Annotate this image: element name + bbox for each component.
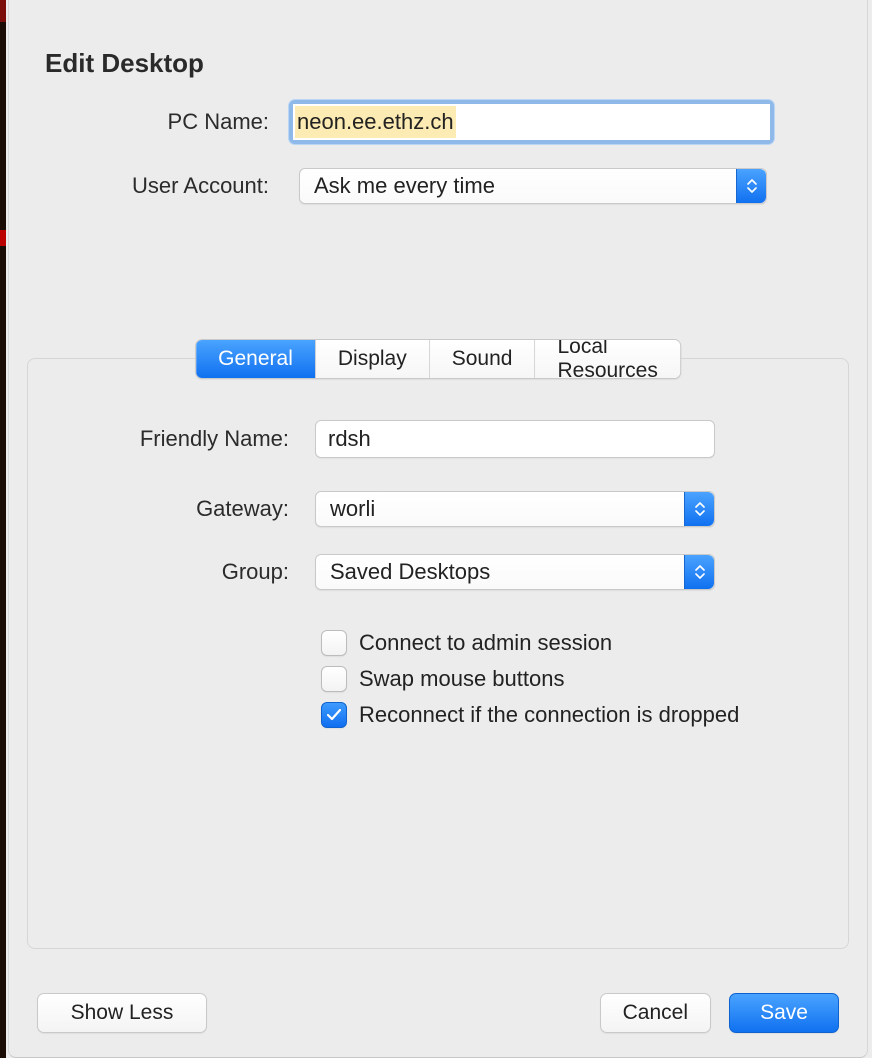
gateway-value: worli: [330, 496, 375, 522]
checkbox-icon: [321, 666, 347, 692]
show-less-button[interactable]: Show Less: [37, 993, 207, 1033]
swap-mouse-checkbox[interactable]: Swap mouse buttons: [321, 666, 739, 692]
group-select[interactable]: Saved Desktops: [315, 554, 715, 590]
user-account-value: Ask me every time: [314, 173, 495, 199]
chevron-up-down-icon: [684, 492, 714, 526]
friendly-name-input[interactable]: rdsh: [315, 420, 715, 458]
friendly-name-value: rdsh: [328, 426, 371, 452]
chevron-up-down-icon: [684, 555, 714, 589]
group-label: Group:: [9, 559, 299, 585]
reconnect-label: Reconnect if the connection is dropped: [359, 702, 739, 728]
tab-display[interactable]: Display: [316, 340, 430, 378]
dialog-title: Edit Desktop: [45, 48, 204, 79]
admin-session-checkbox[interactable]: Connect to admin session: [321, 630, 739, 656]
gateway-row: Gateway: worli: [9, 491, 867, 527]
pc-name-label: PC Name:: [9, 109, 279, 135]
user-account-label: User Account:: [9, 173, 279, 199]
group-value: Saved Desktops: [330, 559, 490, 585]
cancel-button[interactable]: Cancel: [600, 993, 711, 1033]
tab-general[interactable]: General: [196, 340, 316, 378]
pc-name-row: PC Name: neon.ee.ethz.ch: [9, 100, 867, 144]
pc-name-value: neon.ee.ethz.ch: [295, 106, 456, 138]
chevron-up-down-icon: [736, 169, 766, 203]
group-row: Group: Saved Desktops: [9, 554, 867, 590]
checkbox-checked-icon: [321, 702, 347, 728]
dialog-footer: Show Less Cancel Save: [37, 993, 839, 1033]
gateway-label: Gateway:: [9, 496, 299, 522]
friendly-name-label: Friendly Name:: [9, 426, 299, 452]
swap-mouse-label: Swap mouse buttons: [359, 666, 564, 692]
pc-name-input[interactable]: neon.ee.ethz.ch: [289, 100, 774, 144]
window-left-edge: [0, 0, 6, 1058]
gateway-select[interactable]: worli: [315, 491, 715, 527]
edit-desktop-sheet: Edit Desktop PC Name: neon.ee.ethz.ch Us…: [8, 0, 868, 1058]
tab-sound[interactable]: Sound: [430, 340, 536, 378]
save-button[interactable]: Save: [729, 993, 839, 1033]
user-account-select[interactable]: Ask me every time: [299, 168, 767, 204]
tab-bar: General Display Sound Local Resources: [195, 339, 681, 379]
admin-session-label: Connect to admin session: [359, 630, 612, 656]
friendly-name-row: Friendly Name: rdsh: [9, 420, 867, 458]
reconnect-checkbox[interactable]: Reconnect if the connection is dropped: [321, 702, 739, 728]
tab-local-resources[interactable]: Local Resources: [535, 340, 679, 378]
options-checkbox-group: Connect to admin session Swap mouse butt…: [321, 630, 739, 728]
checkbox-icon: [321, 630, 347, 656]
user-account-row: User Account: Ask me every time: [9, 168, 867, 204]
